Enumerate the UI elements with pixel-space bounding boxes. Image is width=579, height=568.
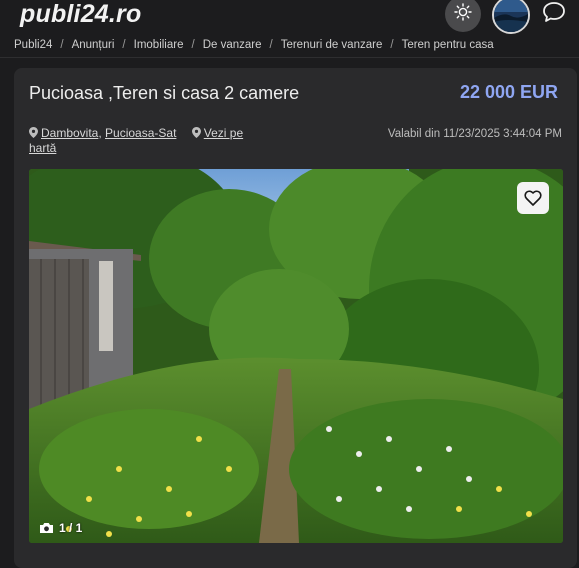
listing-card: Pucioasa ,Teren si casa 2 camere 22 000 …: [14, 68, 577, 568]
photo-counter: 1 / 1: [39, 521, 82, 535]
site-logo[interactable]: publi24.ro: [20, 0, 141, 29]
favorite-button[interactable]: [517, 182, 549, 214]
listing-location: Dambovita, Pucioasa-Sat Vezi pe hartă: [29, 126, 244, 155]
listing-photo[interactable]: 1 / 1: [29, 169, 563, 543]
user-avatar-button[interactable]: [492, 0, 530, 34]
map-pin-icon: [29, 127, 38, 138]
garden-photo: [29, 169, 563, 543]
breadcrumb-separator: /: [60, 39, 64, 51]
location-city-link[interactable]: Pucioasa-Sat: [105, 126, 176, 140]
breadcrumb-separator: /: [390, 39, 394, 51]
sun-icon: [454, 2, 472, 26]
breadcrumb-separator: /: [269, 39, 273, 51]
breadcrumb: Publi24 / Anunțuri / Imobiliare / De van…: [14, 39, 494, 51]
breadcrumb-item[interactable]: Anunțuri: [72, 39, 115, 51]
valid-from-date: Valabil din 11/23/2025 3:44:04 PM: [387, 128, 562, 140]
heart-icon: [524, 190, 542, 206]
breadcrumb-separator: /: [191, 39, 195, 51]
breadcrumb-item[interactable]: Imobiliare: [134, 39, 184, 51]
photo-count-text: 1 / 1: [59, 521, 83, 535]
breadcrumb-item[interactable]: De vanzare: [203, 39, 262, 51]
listing-price: 22 000 EUR: [459, 82, 558, 102]
breadcrumb-item[interactable]: Terenuri de vanzare: [281, 39, 383, 51]
header-divider: [0, 57, 579, 58]
location-county-link[interactable]: Dambovita: [41, 126, 98, 140]
listing-title: Pucioasa ,Teren si casa 2 camere: [29, 83, 300, 103]
breadcrumb-item[interactable]: Publi24: [14, 39, 52, 51]
avatar-image: [494, 0, 528, 32]
messages-button[interactable]: [536, 0, 572, 32]
top-header: publi24.ro: [0, 0, 579, 36]
map-pin-icon: [191, 127, 201, 138]
chat-bubble-icon: [542, 1, 566, 28]
breadcrumb-item[interactable]: Teren pentru casa: [402, 39, 494, 51]
breadcrumb-separator: /: [122, 39, 126, 51]
camera-icon: [39, 522, 54, 534]
theme-toggle-button[interactable]: [445, 0, 481, 32]
